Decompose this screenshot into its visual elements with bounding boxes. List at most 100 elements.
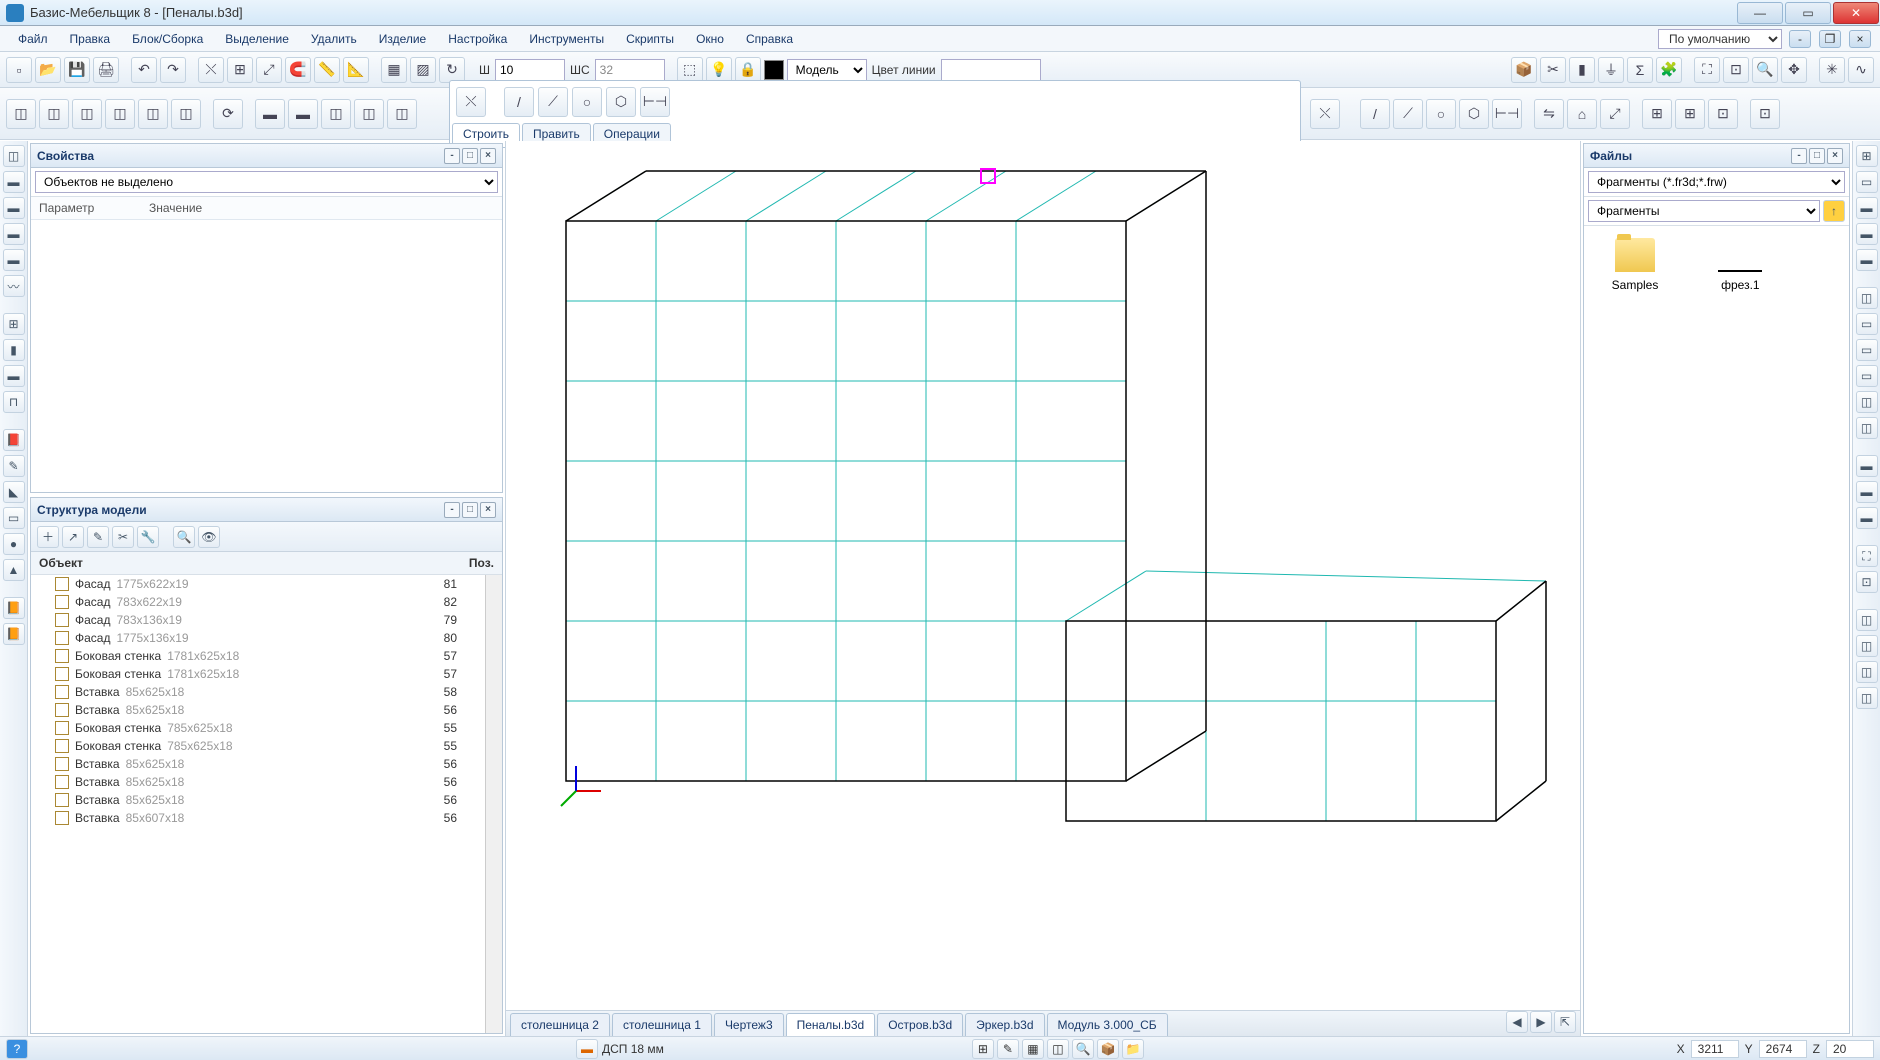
dim-icon[interactable]: ⊢⊣: [640, 87, 670, 117]
tree-row[interactable]: Боковая стенка1781x625x1857: [31, 665, 485, 683]
sb-btn6[interactable]: 📦: [1097, 1039, 1119, 1059]
panel-close-button[interactable]: ×: [1827, 148, 1843, 164]
files-path-combo[interactable]: Фрагменты: [1588, 200, 1820, 222]
line-icon[interactable]: /: [504, 87, 534, 117]
lt-wallet-icon[interactable]: 📙: [3, 597, 25, 619]
rt-persp-icon[interactable]: ◫: [1856, 417, 1878, 439]
menu-selection[interactable]: Выделение: [221, 30, 293, 48]
menu-window[interactable]: Окно: [692, 30, 728, 48]
rt-edge2-icon[interactable]: ▬: [1856, 481, 1878, 503]
file-item-file[interactable]: фрез.1: [1695, 264, 1785, 298]
home-icon[interactable]: ⌂: [1567, 99, 1597, 129]
panel3d-4-icon[interactable]: ◫: [354, 99, 384, 129]
sb-btn5[interactable]: 🔍: [1072, 1039, 1094, 1059]
magnet-icon[interactable]: 🧲: [285, 57, 311, 83]
view-fit-icon[interactable]: ⛶: [1694, 57, 1720, 83]
vtab-6[interactable]: Модуль 3.000_СБ: [1047, 1013, 1168, 1036]
panel-min-button[interactable]: -: [1791, 148, 1807, 164]
tree-row[interactable]: Вставка85x625x1856: [31, 791, 485, 809]
tree-add-icon[interactable]: ＋: [37, 526, 59, 548]
cycle-icon[interactable]: ↻: [439, 57, 465, 83]
zoom-icon[interactable]: 🔍: [1752, 57, 1778, 83]
line2-icon[interactable]: /: [1360, 99, 1390, 129]
grid2-icon[interactable]: ⊞: [1675, 99, 1705, 129]
rt-front-icon[interactable]: ▭: [1856, 313, 1878, 335]
sb-btn7[interactable]: 📁: [1122, 1039, 1144, 1059]
lt-book-icon[interactable]: 📕: [3, 429, 25, 451]
box3d-1-icon[interactable]: ◫: [6, 99, 36, 129]
copy-icon[interactable]: ⊡: [1708, 99, 1738, 129]
box3d-6-icon[interactable]: ◫: [171, 99, 201, 129]
tree-row[interactable]: Вставка85x625x1856: [31, 755, 485, 773]
pan-icon[interactable]: ✥: [1781, 57, 1807, 83]
sb-btn3[interactable]: ▦: [1022, 1039, 1044, 1059]
tree-row[interactable]: Вставка85x625x1856: [31, 701, 485, 719]
box3d-5-icon[interactable]: ◫: [138, 99, 168, 129]
rt-cam1-icon[interactable]: ◫: [1856, 609, 1878, 631]
menu-edit[interactable]: Правка: [66, 30, 115, 48]
curve-icon[interactable]: ✳: [1819, 57, 1845, 83]
tree-row[interactable]: Вставка85x625x1858: [31, 683, 485, 701]
tree-edit-icon[interactable]: ↗: [62, 526, 84, 548]
tree-row[interactable]: Фасад1775x136x1980: [31, 629, 485, 647]
ruler-icon[interactable]: 📐: [343, 57, 369, 83]
tree-wrench-icon[interactable]: 🔧: [137, 526, 159, 548]
panel3d-1-icon[interactable]: ▬: [255, 99, 285, 129]
menu-product[interactable]: Изделие: [375, 30, 431, 48]
puzzle-icon[interactable]: 🧩: [1656, 57, 1682, 83]
material-icon[interactable]: ▦: [381, 57, 407, 83]
viewport-3d[interactable]: столешница 2 столешница 1 Чертеж3 Пеналы…: [506, 141, 1580, 1036]
rt-top-icon[interactable]: ▭: [1856, 365, 1878, 387]
panel-close-button[interactable]: ×: [480, 148, 496, 164]
angle2-icon[interactable]: ⟋: [1393, 99, 1423, 129]
tree-row[interactable]: Фасад783x136x1979: [31, 611, 485, 629]
panel-max-button[interactable]: □: [1809, 148, 1825, 164]
new-button[interactable]: ▫: [6, 57, 32, 83]
plane-icon[interactable]: ⬚: [677, 57, 703, 83]
menu-delete[interactable]: Удалить: [307, 30, 361, 48]
tree-row[interactable]: Боковая стенка785x625x1855: [31, 737, 485, 755]
lt-tri-icon[interactable]: ◣: [3, 481, 25, 503]
panel3d-2-icon[interactable]: ▬: [288, 99, 318, 129]
box-icon[interactable]: 📦: [1511, 57, 1537, 83]
tab-up-button[interactable]: ⇱: [1554, 1011, 1576, 1033]
circle2-icon[interactable]: ○: [1426, 99, 1456, 129]
menu-tools[interactable]: Инструменты: [525, 30, 608, 48]
lt-panel2-icon[interactable]: ▬: [3, 197, 25, 219]
vtab-5[interactable]: Эркер.b3d: [965, 1013, 1044, 1036]
lt-panel4-icon[interactable]: ▬: [3, 249, 25, 271]
sketch-icon[interactable]: ⤬: [1310, 99, 1340, 129]
rt-sel-icon[interactable]: ⊡: [1856, 571, 1878, 593]
rt-cam4-icon[interactable]: ◫: [1856, 687, 1878, 709]
lt-vert-icon[interactable]: ▮: [3, 339, 25, 361]
lt-brush-icon[interactable]: ✎: [3, 455, 25, 477]
door-icon[interactable]: ▮: [1569, 57, 1595, 83]
rt-cam3-icon[interactable]: ◫: [1856, 661, 1878, 683]
linecolor-input[interactable]: [941, 59, 1041, 81]
view-zoom-icon[interactable]: ⊡: [1723, 57, 1749, 83]
menu-scripts[interactable]: Скрипты: [622, 30, 678, 48]
lt-panel3-icon[interactable]: ▬: [3, 223, 25, 245]
box3d-2-icon[interactable]: ◫: [39, 99, 69, 129]
tree-row[interactable]: Фасад783x622x1982: [31, 593, 485, 611]
properties-object-combo[interactable]: Объектов не выделено: [35, 171, 498, 193]
mirror-icon[interactable]: ⇋: [1534, 99, 1564, 129]
tree-row[interactable]: Вставка85x625x1856: [31, 773, 485, 791]
panel-min-button[interactable]: -: [444, 148, 460, 164]
child-restore-button[interactable]: ❐: [1819, 30, 1841, 48]
box3d-3-icon[interactable]: ◫: [72, 99, 102, 129]
hex2-icon[interactable]: ⬡: [1459, 99, 1489, 129]
tree-scrollbar[interactable]: [485, 575, 502, 1033]
menu-file[interactable]: Файл: [14, 30, 52, 48]
rt-fit-icon[interactable]: ⛶: [1856, 545, 1878, 567]
rt-layer-icon[interactable]: ▭: [1856, 171, 1878, 193]
lt-wallet2-icon[interactable]: 📙: [3, 623, 25, 645]
minimize-button[interactable]: —: [1737, 2, 1783, 24]
rt-edge-icon[interactable]: ▬: [1856, 455, 1878, 477]
material-icon[interactable]: ▬: [576, 1039, 598, 1059]
lt-wave-icon[interactable]: 〰: [3, 275, 25, 297]
tree-cut-icon[interactable]: ✂: [112, 526, 134, 548]
lt-grid-icon[interactable]: ⊞: [3, 313, 25, 335]
tree-row[interactable]: Боковая стенка1781x625x1857: [31, 647, 485, 665]
vtab-3[interactable]: Пеналы.b3d: [786, 1013, 876, 1036]
